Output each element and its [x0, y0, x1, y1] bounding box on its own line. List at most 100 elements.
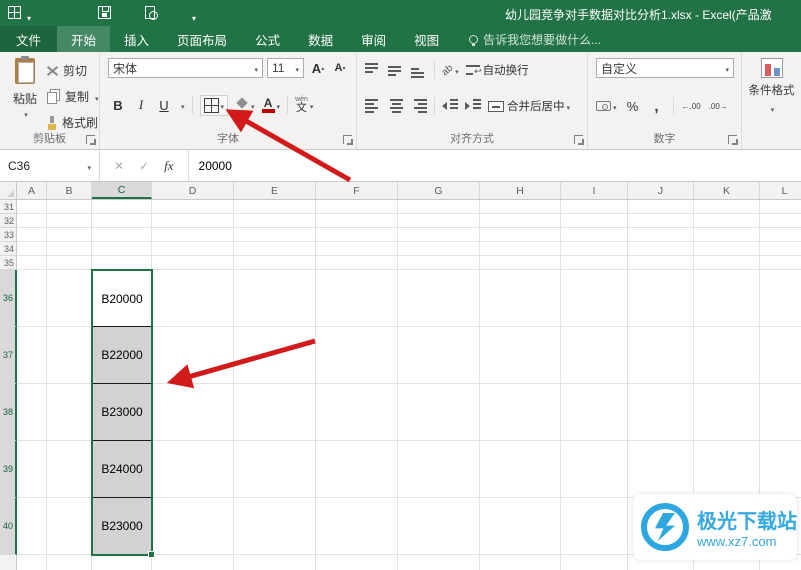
cell-A37[interactable]: [17, 327, 47, 384]
row-header-35[interactable]: 35: [0, 256, 17, 270]
cell-H41[interactable]: [480, 555, 561, 570]
cell-D36[interactable]: [152, 270, 234, 327]
cell-I35[interactable]: [561, 256, 628, 270]
name-box[interactable]: C36: [0, 150, 100, 181]
bottom-align-button[interactable]: [411, 62, 427, 78]
cell-D31[interactable]: [152, 200, 234, 214]
cell-I33[interactable]: [561, 228, 628, 242]
cell-B40[interactable]: [47, 498, 92, 555]
cell-E36[interactable]: [234, 270, 316, 327]
increase-font-size-button[interactable]: A: [310, 58, 326, 78]
cell-F37[interactable]: [316, 327, 398, 384]
cell-J37[interactable]: [628, 327, 694, 384]
cell-I32[interactable]: [561, 214, 628, 228]
font-name-select[interactable]: 宋体: [108, 58, 263, 78]
cell-D35[interactable]: [152, 256, 234, 270]
cell-H39[interactable]: [480, 441, 561, 498]
column-header-A[interactable]: A: [17, 182, 47, 199]
cut-button[interactable]: 剪切: [46, 62, 99, 79]
cell-C35[interactable]: [92, 256, 152, 270]
comma-style-button[interactable]: ,: [649, 96, 665, 116]
wrap-text-button[interactable]: 自动换行: [465, 60, 529, 80]
cell-G41[interactable]: [398, 555, 480, 570]
cell-I40[interactable]: [561, 498, 628, 555]
cell-J38[interactable]: [628, 384, 694, 441]
cell-L31[interactable]: [760, 200, 801, 214]
row-header-32[interactable]: 32: [0, 214, 17, 228]
column-header-E[interactable]: E: [234, 182, 316, 199]
print-preview-icon[interactable]: [145, 6, 158, 20]
cell-B32[interactable]: [47, 214, 92, 228]
column-header-H[interactable]: H: [480, 182, 561, 199]
cell-E35[interactable]: [234, 256, 316, 270]
cell-A34[interactable]: [17, 242, 47, 256]
cell-H33[interactable]: [480, 228, 561, 242]
align-right-button[interactable]: [411, 99, 427, 113]
tell-me-box[interactable]: 告诉我您想要做什么...: [469, 26, 601, 52]
cell-G34[interactable]: [398, 242, 480, 256]
cell-C36[interactable]: B20000: [92, 270, 152, 327]
tab-data[interactable]: 数据: [294, 26, 347, 52]
column-header-G[interactable]: G: [398, 182, 480, 199]
cell-K34[interactable]: [694, 242, 760, 256]
cell-J35[interactable]: [628, 256, 694, 270]
cell-G40[interactable]: [398, 498, 480, 555]
cell-F34[interactable]: [316, 242, 398, 256]
cell-C40[interactable]: B23000: [92, 498, 152, 555]
increase-indent-button[interactable]: [465, 99, 481, 113]
row-header-41[interactable]: 41: [0, 555, 17, 570]
row-header-37[interactable]: 37: [0, 327, 17, 384]
cell-F32[interactable]: [316, 214, 398, 228]
cell-K31[interactable]: [694, 200, 760, 214]
cell-I39[interactable]: [561, 441, 628, 498]
cell-J36[interactable]: [628, 270, 694, 327]
cell-I41[interactable]: [561, 555, 628, 570]
alignment-dialog-launcher[interactable]: [574, 135, 584, 145]
underline-button[interactable]: U: [156, 95, 172, 115]
cell-L36[interactable]: [760, 270, 801, 327]
align-center-button[interactable]: [388, 99, 404, 113]
row-header-34[interactable]: 34: [0, 242, 17, 256]
percent-style-button[interactable]: %: [625, 96, 641, 116]
cell-C38[interactable]: B23000: [92, 384, 152, 441]
tab-review[interactable]: 审阅: [347, 26, 400, 52]
italic-button[interactable]: I: [133, 95, 149, 115]
excel-app-icon[interactable]: [8, 6, 21, 19]
cell-F41[interactable]: [316, 555, 398, 570]
cell-B39[interactable]: [47, 441, 92, 498]
cell-A41[interactable]: [17, 555, 47, 570]
cell-K36[interactable]: [694, 270, 760, 327]
cell-D37[interactable]: [152, 327, 234, 384]
tab-formulas[interactable]: 公式: [241, 26, 294, 52]
row-header-40[interactable]: 40: [0, 498, 17, 555]
cell-I38[interactable]: [561, 384, 628, 441]
cell-D38[interactable]: [152, 384, 234, 441]
cell-C31[interactable]: [92, 200, 152, 214]
cell-G36[interactable]: [398, 270, 480, 327]
cell-H31[interactable]: [480, 200, 561, 214]
align-left-button[interactable]: [365, 99, 381, 113]
cell-B41[interactable]: [47, 555, 92, 570]
cell-B33[interactable]: [47, 228, 92, 242]
top-align-button[interactable]: [365, 62, 381, 78]
cell-L35[interactable]: [760, 256, 801, 270]
cell-I34[interactable]: [561, 242, 628, 256]
save-icon[interactable]: [98, 6, 111, 19]
cell-G39[interactable]: [398, 441, 480, 498]
cell-L38[interactable]: [760, 384, 801, 441]
cell-B36[interactable]: [47, 270, 92, 327]
cell-E41[interactable]: [234, 555, 316, 570]
cell-A38[interactable]: [17, 384, 47, 441]
insert-function-button[interactable]: fx: [164, 158, 173, 174]
cell-F36[interactable]: [316, 270, 398, 327]
cell-J34[interactable]: [628, 242, 694, 256]
cell-E40[interactable]: [234, 498, 316, 555]
chevron-down-icon[interactable]: [179, 99, 185, 111]
cell-G33[interactable]: [398, 228, 480, 242]
cell-H36[interactable]: [480, 270, 561, 327]
cell-E37[interactable]: [234, 327, 316, 384]
tab-home[interactable]: 开始: [57, 26, 111, 52]
cell-F38[interactable]: [316, 384, 398, 441]
column-header-B[interactable]: B: [47, 182, 92, 199]
row-header-38[interactable]: 38: [0, 384, 17, 441]
